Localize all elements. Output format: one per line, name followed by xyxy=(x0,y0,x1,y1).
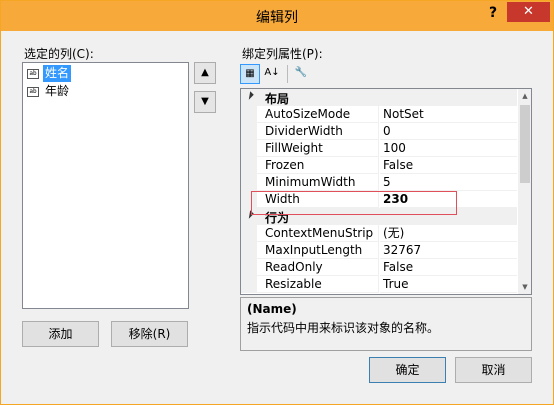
property-value[interactable]: 32767 xyxy=(380,242,517,259)
list-item-label: 姓名 xyxy=(43,65,72,82)
textbox-column-icon: ab xyxy=(27,86,39,97)
edit-columns-dialog: 编辑列 ? ✕ 选定的列(C): ab 姓名 ab 年龄 ▲ ▼ 添加 移除(R… xyxy=(0,0,554,405)
property-name: AutoSizeMode xyxy=(257,106,379,123)
cancel-button[interactable]: 取消 xyxy=(455,357,532,383)
property-value[interactable]: 5 xyxy=(380,174,517,191)
description-text: 指示代码中用来标识该对象的名称。 xyxy=(247,321,440,335)
property-value[interactable]: False xyxy=(380,157,517,174)
selected-columns-list[interactable]: ab 姓名 ab 年龄 xyxy=(22,62,189,309)
row-gutter xyxy=(241,242,257,259)
alphabetical-sort-icon[interactable]: A↓ xyxy=(262,64,282,84)
property-name: ReadOnly xyxy=(257,259,379,276)
property-row-frozen[interactable]: Frozen False xyxy=(241,157,517,174)
row-gutter xyxy=(241,276,257,293)
list-item-name[interactable]: ab 姓名 xyxy=(27,65,72,82)
collapse-icon[interactable] xyxy=(245,91,254,100)
ok-button[interactable]: 确定 xyxy=(369,357,446,383)
textbox-column-icon: ab xyxy=(27,68,39,79)
property-grid-toolbar: ▦ A↓ 🔧 xyxy=(240,64,313,86)
property-row-maxinputlength[interactable]: MaxInputLength 32767 xyxy=(241,242,517,259)
categorized-icon[interactable]: ▦ xyxy=(240,64,260,84)
close-button[interactable]: ✕ xyxy=(507,2,550,22)
property-value[interactable]: (无) xyxy=(380,225,517,242)
remove-button[interactable]: 移除(R) xyxy=(111,321,188,347)
scroll-up-icon[interactable]: ▲ xyxy=(518,89,531,103)
property-value[interactable]: True xyxy=(380,276,517,293)
arrow-down-icon: ▼ xyxy=(201,96,209,107)
vertical-scrollbar[interactable]: ▲ ▼ xyxy=(518,89,531,294)
property-name: DividerWidth xyxy=(257,123,379,140)
width-highlight-box xyxy=(251,191,457,215)
help-button[interactable]: ? xyxy=(482,3,504,23)
category-label: 布局 xyxy=(265,92,290,106)
list-item-label: 年龄 xyxy=(45,84,70,98)
row-gutter xyxy=(241,259,257,276)
category-layout[interactable]: 布局 xyxy=(241,89,517,106)
bound-column-properties-label: 绑定列属性(P): xyxy=(242,47,323,61)
add-button[interactable]: 添加 xyxy=(22,321,99,347)
dialog-title: 编辑列 xyxy=(256,10,298,26)
move-down-button[interactable]: ▼ xyxy=(194,91,216,113)
title-bar[interactable]: 编辑列 ? ✕ xyxy=(1,1,553,31)
selected-columns-label: 选定的列(C): xyxy=(24,47,94,61)
property-value[interactable]: 100 xyxy=(380,140,517,157)
property-row-resizable[interactable]: Resizable True xyxy=(241,276,517,293)
property-description-panel: (Name) 指示代码中用来标识该对象的名称。 xyxy=(240,297,532,351)
property-row-autosizemode[interactable]: AutoSizeMode NotSet xyxy=(241,106,517,123)
property-value[interactable]: False xyxy=(380,259,517,276)
property-value[interactable]: 0 xyxy=(380,123,517,140)
row-gutter xyxy=(241,106,257,123)
property-row-readonly[interactable]: ReadOnly False xyxy=(241,259,517,276)
row-gutter xyxy=(241,225,257,242)
property-row-fillweight[interactable]: FillWeight 100 xyxy=(241,140,517,157)
list-item-age[interactable]: ab 年龄 xyxy=(27,83,71,100)
row-gutter xyxy=(241,157,257,174)
property-name: FillWeight xyxy=(257,140,379,157)
property-row-minimumwidth[interactable]: MinimumWidth 5 xyxy=(241,174,517,191)
description-title: (Name) xyxy=(247,302,297,316)
row-gutter xyxy=(241,140,257,157)
move-up-button[interactable]: ▲ xyxy=(194,62,216,84)
property-name: MinimumWidth xyxy=(257,174,379,191)
scroll-down-icon[interactable]: ▼ xyxy=(518,280,531,294)
row-gutter xyxy=(241,123,257,140)
property-value[interactable]: NotSet xyxy=(380,106,517,123)
property-name: Resizable xyxy=(257,276,379,293)
row-gutter xyxy=(241,174,257,191)
property-name: MaxInputLength xyxy=(257,242,379,259)
property-row-contextmenustrip[interactable]: ContextMenuStrip (无) xyxy=(241,225,517,242)
toolbar-separator xyxy=(287,65,288,83)
property-name: ContextMenuStrip xyxy=(257,225,379,242)
scroll-thumb[interactable] xyxy=(520,105,530,183)
arrow-up-icon: ▲ xyxy=(201,67,209,78)
property-pages-icon[interactable]: 🔧 xyxy=(291,64,311,84)
property-name: Frozen xyxy=(257,157,379,174)
property-row-dividerwidth[interactable]: DividerWidth 0 xyxy=(241,123,517,140)
